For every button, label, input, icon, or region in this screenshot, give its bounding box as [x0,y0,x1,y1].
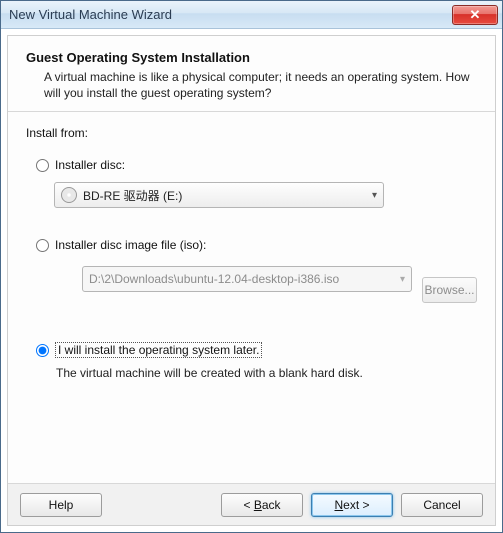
chevron-down-icon: ▾ [400,274,405,285]
iso-path-combo: D:\2\Downloads\ubuntu-12.04-desktop-i386… [82,266,412,292]
cancel-button[interactable]: Cancel [401,493,483,517]
titlebar: New Virtual Machine Wizard ✕ [1,1,502,29]
radio-installer-disc-input[interactable] [36,159,49,172]
radio-install-later[interactable]: I will install the operating system late… [26,338,477,364]
radio-install-later-input[interactable] [36,344,49,357]
cd-icon [61,187,77,203]
chevron-down-icon: ▾ [372,190,377,201]
window-title: New Virtual Machine Wizard [9,7,452,22]
installer-disc-value: BD-RE 驱动器 (E:) [83,187,182,204]
radio-iso-input[interactable] [36,239,49,252]
iso-row: D:\2\Downloads\ubuntu-12.04-desktop-i386… [54,262,477,318]
help-button[interactable]: Help [20,493,102,517]
iso-path-value: D:\2\Downloads\ubuntu-12.04-desktop-i386… [89,272,339,286]
wizard-header: Guest Operating System Installation A vi… [8,36,495,112]
header-title: Guest Operating System Installation [26,50,477,65]
close-icon: ✕ [470,7,481,23]
browse-button: Browse... [422,277,477,303]
radio-install-later-label: I will install the operating system late… [55,342,262,358]
wizard-body: Install from: Installer disc: BD-RE 驱动器 … [8,112,495,483]
wizard-window: New Virtual Machine Wizard ✕ Guest Opera… [0,0,503,533]
radio-iso-label: Installer disc image file (iso): [55,238,206,252]
radio-installer-disc-label: Installer disc: [55,158,125,172]
radio-iso[interactable]: Installer disc image file (iso): [26,234,477,258]
close-button[interactable]: ✕ [452,5,498,25]
content-frame: Guest Operating System Installation A vi… [7,35,496,526]
header-desc: A virtual machine is like a physical com… [26,69,477,101]
install-from-label: Install from: [26,126,477,140]
installer-disc-combo[interactable]: BD-RE 驱动器 (E:) ▾ [54,182,384,208]
next-button[interactable]: Next > [311,493,393,517]
radio-installer-disc[interactable]: Installer disc: [26,154,477,178]
wizard-footer: Help < Back Next > Cancel [8,483,495,525]
back-button[interactable]: < Back [221,493,303,517]
install-later-desc: The virtual machine will be created with… [26,364,477,380]
